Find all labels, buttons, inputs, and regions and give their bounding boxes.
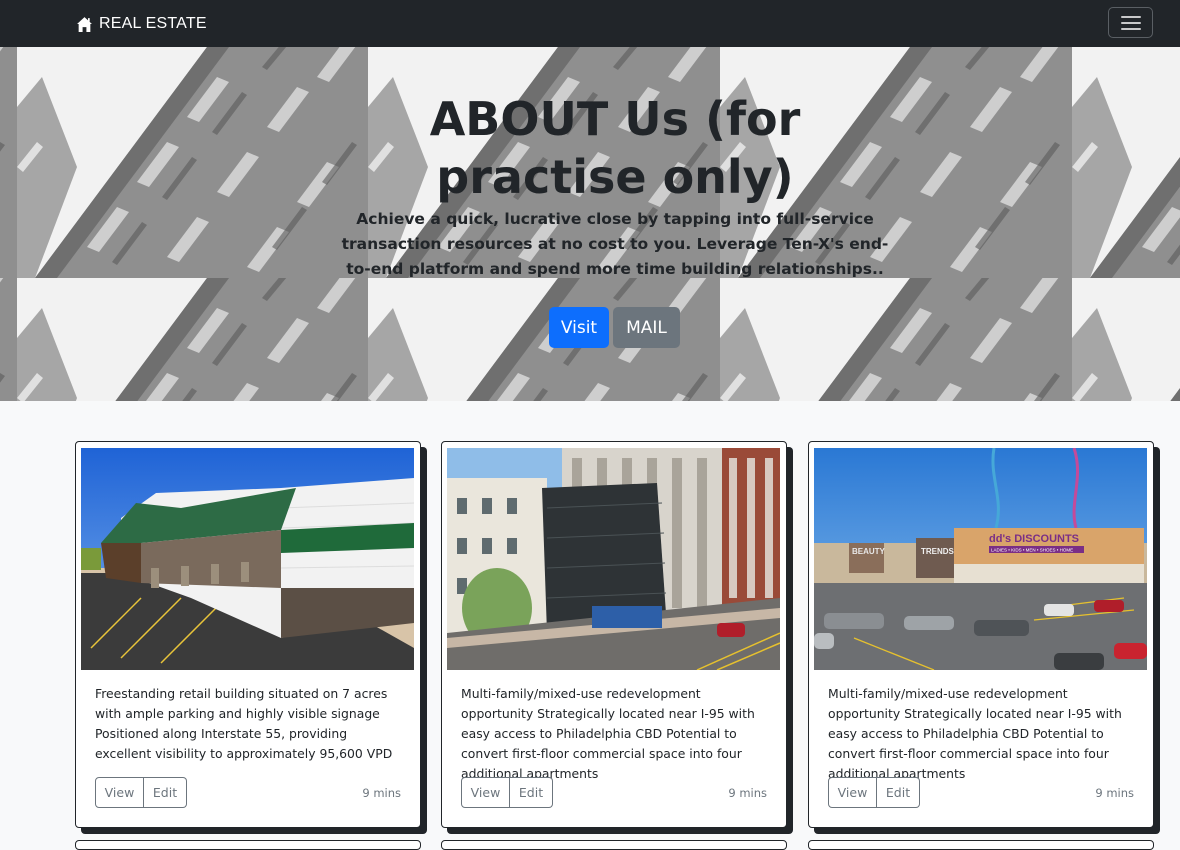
brand-title: REAL ESTATE bbox=[99, 15, 207, 32]
property-image-shopping-center: BEAUTY TRENDS dd's DISCOUNTS LADIES • KI… bbox=[814, 448, 1147, 670]
card-button-group: View Edit bbox=[95, 777, 187, 808]
visit-button[interactable]: Visit bbox=[549, 307, 609, 348]
navbar: REAL ESTATE bbox=[0, 0, 1180, 47]
edit-button[interactable]: Edit bbox=[877, 777, 920, 808]
hero-lead: Achieve a quick, lucrative close by tapp… bbox=[341, 210, 889, 278]
card-description: Freestanding retail building situated on… bbox=[95, 686, 393, 761]
mail-button[interactable]: MAIL bbox=[613, 307, 680, 348]
brand-link[interactable]: REAL ESTATE bbox=[76, 14, 207, 34]
hero-title: ABOUT Us (for practise only) bbox=[429, 92, 801, 204]
card-button-group: View Edit bbox=[828, 777, 920, 808]
property-card: Freestanding retail building situated on… bbox=[75, 441, 421, 828]
svg-text:BEAUTY: BEAUTY bbox=[852, 547, 886, 556]
view-button[interactable]: View bbox=[461, 777, 510, 808]
view-button[interactable]: View bbox=[828, 777, 877, 808]
property-card-next-row bbox=[808, 840, 1154, 850]
card-button-group: View Edit bbox=[461, 777, 553, 808]
card-description: Multi-family/mixed-use redevelopment opp… bbox=[828, 686, 1122, 781]
property-card-next-row bbox=[441, 840, 787, 850]
card-timestamp: 9 mins bbox=[1095, 786, 1134, 800]
property-image-mixed-use-street bbox=[447, 448, 780, 670]
navbar-toggler-button[interactable] bbox=[1108, 7, 1153, 38]
view-button[interactable]: View bbox=[95, 777, 144, 808]
edit-button[interactable]: Edit bbox=[144, 777, 187, 808]
card-description: Multi-family/mixed-use redevelopment opp… bbox=[461, 686, 755, 781]
svg-text:dd's DISCOUNTS: dd's DISCOUNTS bbox=[989, 533, 1079, 545]
property-card: Multi-family/mixed-use redevelopment opp… bbox=[441, 441, 787, 828]
card-timestamp: 9 mins bbox=[728, 786, 767, 800]
svg-text:LADIES • KIDS • MEN • SHOES •: LADIES • KIDS • MEN • SHOES • HOME bbox=[991, 548, 1073, 553]
property-card-next-row bbox=[75, 840, 421, 850]
property-image-retail-building bbox=[81, 448, 414, 670]
edit-button[interactable]: Edit bbox=[510, 777, 553, 808]
svg-text:TRENDS: TRENDS bbox=[921, 547, 955, 556]
home-icon bbox=[77, 16, 92, 32]
property-card: BEAUTY TRENDS dd's DISCOUNTS LADIES • KI… bbox=[808, 441, 1154, 828]
card-timestamp: 9 mins bbox=[362, 786, 401, 800]
